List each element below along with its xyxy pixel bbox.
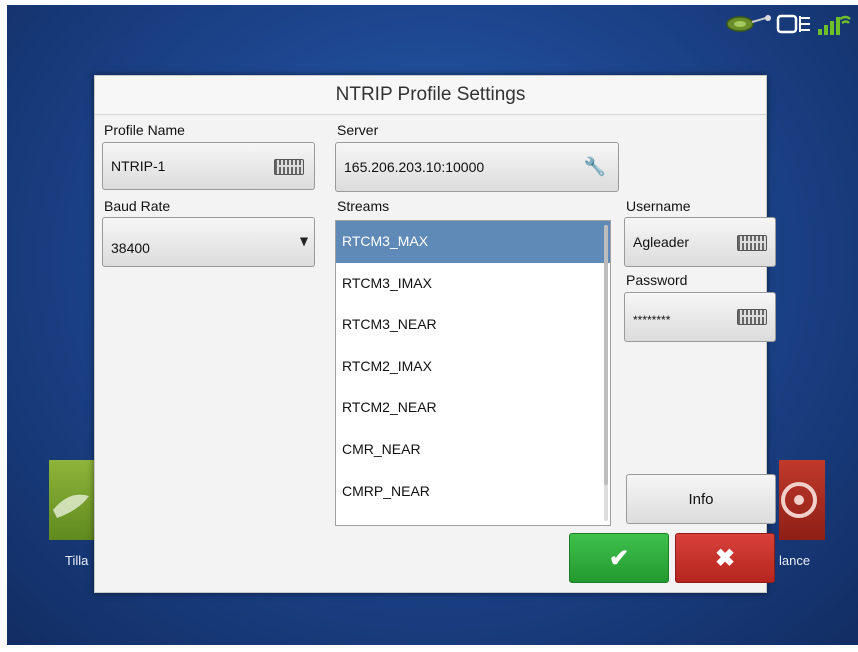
- stream-item-rtcm2-near[interactable]: RTCM2_NEAR: [336, 387, 610, 429]
- info-button-label: Info: [688, 490, 714, 508]
- profile-name-value: NTRIP-1: [111, 158, 166, 174]
- baud-rate-label: Baud Rate: [104, 198, 171, 214]
- username-value: Agleader: [633, 234, 690, 250]
- stream-item-cmr-near[interactable]: CMR_NEAR: [336, 429, 610, 471]
- wireless-signal-icon[interactable]: [816, 11, 852, 37]
- guidance-app-tile[interactable]: [779, 460, 825, 540]
- password-value: ********: [633, 313, 671, 327]
- ntrip-profile-dialog: NTRIP Profile Settings Profile Name NTRI…: [94, 75, 776, 593]
- confirm-button[interactable]: ✔: [569, 533, 669, 583]
- server-field[interactable]: 165.206.203.10:10000 🔧: [335, 142, 619, 192]
- baud-rate-value: 38400: [111, 240, 150, 256]
- password-field[interactable]: ********: [624, 292, 776, 342]
- password-label: Password: [626, 272, 688, 288]
- username-field[interactable]: Agleader: [624, 217, 776, 267]
- stream-item-cmrp-near[interactable]: CMRP_NEAR: [336, 471, 610, 513]
- keyboard-icon[interactable]: [737, 309, 767, 325]
- display-icon[interactable]: [776, 13, 812, 35]
- stream-item-rtcm2-imax[interactable]: RTCM2_IMAX: [336, 346, 610, 388]
- checkmark-icon: ✔: [608, 544, 630, 572]
- stream-item-rtcm3-imax[interactable]: RTCM3_IMAX: [336, 263, 610, 305]
- info-button[interactable]: Info: [626, 474, 776, 524]
- streams-scrollbar[interactable]: [604, 225, 608, 521]
- server-value: 165.206.203.10:10000: [344, 159, 485, 175]
- tillage-icon: [53, 494, 89, 518]
- dialog-title: NTRIP Profile Settings: [95, 76, 766, 115]
- username-label: Username: [626, 198, 691, 214]
- tillage-app-label: Tilla: [65, 553, 89, 568]
- stream-item-rtcm3-max[interactable]: RTCM3_MAX: [336, 221, 610, 263]
- server-label: Server: [337, 122, 379, 138]
- wrench-icon[interactable]: 🔧: [584, 157, 606, 178]
- baud-rate-select[interactable]: 38400: [102, 217, 315, 267]
- keyboard-icon[interactable]: [274, 159, 304, 175]
- streams-label: Streams: [337, 198, 390, 214]
- close-icon: ✖: [714, 544, 736, 572]
- gps-antenna-icon[interactable]: [726, 13, 772, 35]
- cancel-button[interactable]: ✖: [675, 533, 775, 583]
- tillage-app-tile[interactable]: [49, 460, 95, 540]
- scrollbar-thumb[interactable]: [604, 225, 608, 485]
- profile-name-field[interactable]: NTRIP-1: [102, 142, 315, 190]
- profile-name-label: Profile Name: [104, 122, 185, 138]
- keyboard-icon[interactable]: [737, 235, 767, 251]
- steering-wheel-icon: [781, 482, 817, 518]
- status-bar: [726, 11, 852, 37]
- dropdown-arrow-icon: [300, 237, 308, 247]
- guidance-app-label: lance: [779, 553, 811, 568]
- stream-item-rtcm3-near[interactable]: RTCM3_NEAR: [336, 304, 610, 346]
- streams-list[interactable]: RTCM3_MAX RTCM3_IMAX RTCM3_NEAR RTCM2_IM…: [335, 220, 611, 526]
